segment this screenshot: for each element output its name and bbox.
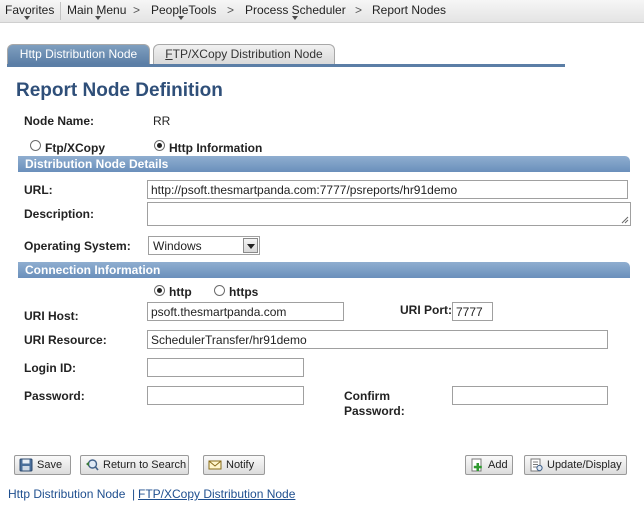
http-protocol-label: http (169, 285, 192, 299)
peopletools-dropdown-icon[interactable] (178, 16, 184, 20)
node-name-value: RR (153, 114, 171, 128)
uri-port-input[interactable] (452, 302, 493, 321)
add-button-label: Add (488, 459, 508, 471)
https-protocol-radio[interactable] (214, 285, 225, 296)
nav-process-scheduler[interactable]: Process Scheduler (245, 3, 346, 17)
operating-system-select[interactable]: Windows (148, 236, 260, 255)
return-to-search-button-label: Return to Search (103, 459, 187, 471)
url-label: URL: (24, 183, 53, 197)
description-label: Description: (24, 207, 95, 221)
notify-envelope-icon (208, 460, 222, 470)
save-button-label: Save (37, 459, 63, 471)
footer-link-ftp-xcopy-distribution-node[interactable]: FTP/XCopy Distribution Node (138, 487, 295, 501)
footer-link-separator: | (132, 487, 136, 501)
ftp-xcopy-radio-label: Ftp/XCopy (45, 141, 105, 155)
main-menu-dropdown-icon[interactable] (95, 16, 101, 20)
login-id-label: Login ID: (24, 361, 76, 375)
uri-resource-input[interactable] (147, 330, 608, 349)
connection-information-header: Connection Information (18, 262, 630, 278)
nav-favorites[interactable]: Favorites (5, 3, 54, 17)
tab-http-distribution-node[interactable]: Http Distribution Node (7, 44, 150, 64)
nav-report-nodes[interactable]: Report Nodes (372, 3, 446, 17)
http-protocol-radio[interactable] (154, 285, 165, 296)
uri-host-label: URI Host: (24, 309, 79, 323)
footer-link-http-distribution-node[interactable]: Http Distribution Node (8, 487, 125, 501)
update-display-button-label: Update/Display (547, 459, 622, 471)
ftp-xcopy-radio[interactable] (30, 140, 41, 151)
return-search-icon (86, 459, 99, 471)
http-information-radio[interactable] (154, 140, 165, 151)
confirm-password-input[interactable] (452, 386, 608, 405)
top-nav-bar: Favorites Main Menu > PeopleTools > Proc… (0, 0, 644, 23)
nav-peopletools[interactable]: PeopleTools (151, 3, 216, 17)
nav-divider (60, 2, 61, 20)
operating-system-selected-value: Windows (153, 239, 202, 253)
chevron-down-icon[interactable] (243, 238, 258, 253)
http-information-radio-label: Http Information (169, 141, 263, 155)
node-name-label: Node Name: (24, 114, 95, 128)
https-protocol-label: https (229, 285, 259, 299)
confirm-password-label-line1: Confirm (344, 389, 390, 403)
password-label: Password: (24, 389, 85, 403)
process-scheduler-dropdown-icon[interactable] (292, 16, 298, 20)
uri-host-input[interactable] (147, 302, 344, 321)
password-input[interactable] (147, 386, 304, 405)
save-icon (19, 458, 33, 472)
update-display-button[interactable]: Update/Display (524, 455, 627, 475)
description-textarea[interactable] (147, 202, 631, 226)
notify-button[interactable]: Notify (203, 455, 265, 475)
uri-resource-label: URI Resource: (24, 333, 107, 347)
url-input[interactable] (147, 180, 628, 199)
tab-ftp-label: TP/XCopy Distribution Node (172, 47, 323, 61)
favorites-dropdown-icon[interactable] (24, 16, 30, 20)
uri-port-label: URI Port: (400, 303, 452, 317)
add-button[interactable]: Add (465, 455, 513, 475)
nav-main-menu[interactable]: Main Menu (67, 3, 126, 17)
update-display-icon (530, 458, 543, 472)
return-to-search-button[interactable]: Return to Search (80, 455, 189, 475)
resize-grip-icon[interactable] (621, 216, 629, 224)
tab-ftp-xcopy-distribution-node[interactable]: FTP/XCopy Distribution Node (153, 44, 335, 64)
add-plus-icon (471, 458, 482, 472)
notify-button-label: Notify (226, 459, 255, 471)
breadcrumb-chevron-icon: > (355, 3, 363, 17)
tab-underline (7, 64, 565, 67)
page-title: Report Node Definition (16, 80, 223, 101)
distribution-node-details-header: Distribution Node Details (18, 156, 630, 172)
login-id-input[interactable] (147, 358, 304, 377)
operating-system-label: Operating System: (24, 239, 131, 253)
save-button[interactable]: Save (14, 455, 71, 475)
breadcrumb-chevron-icon: > (133, 3, 141, 17)
breadcrumb-chevron-icon: > (227, 3, 235, 17)
tab-ftp-access-key: F (165, 47, 173, 61)
confirm-password-label-line2: Password: (344, 404, 405, 418)
